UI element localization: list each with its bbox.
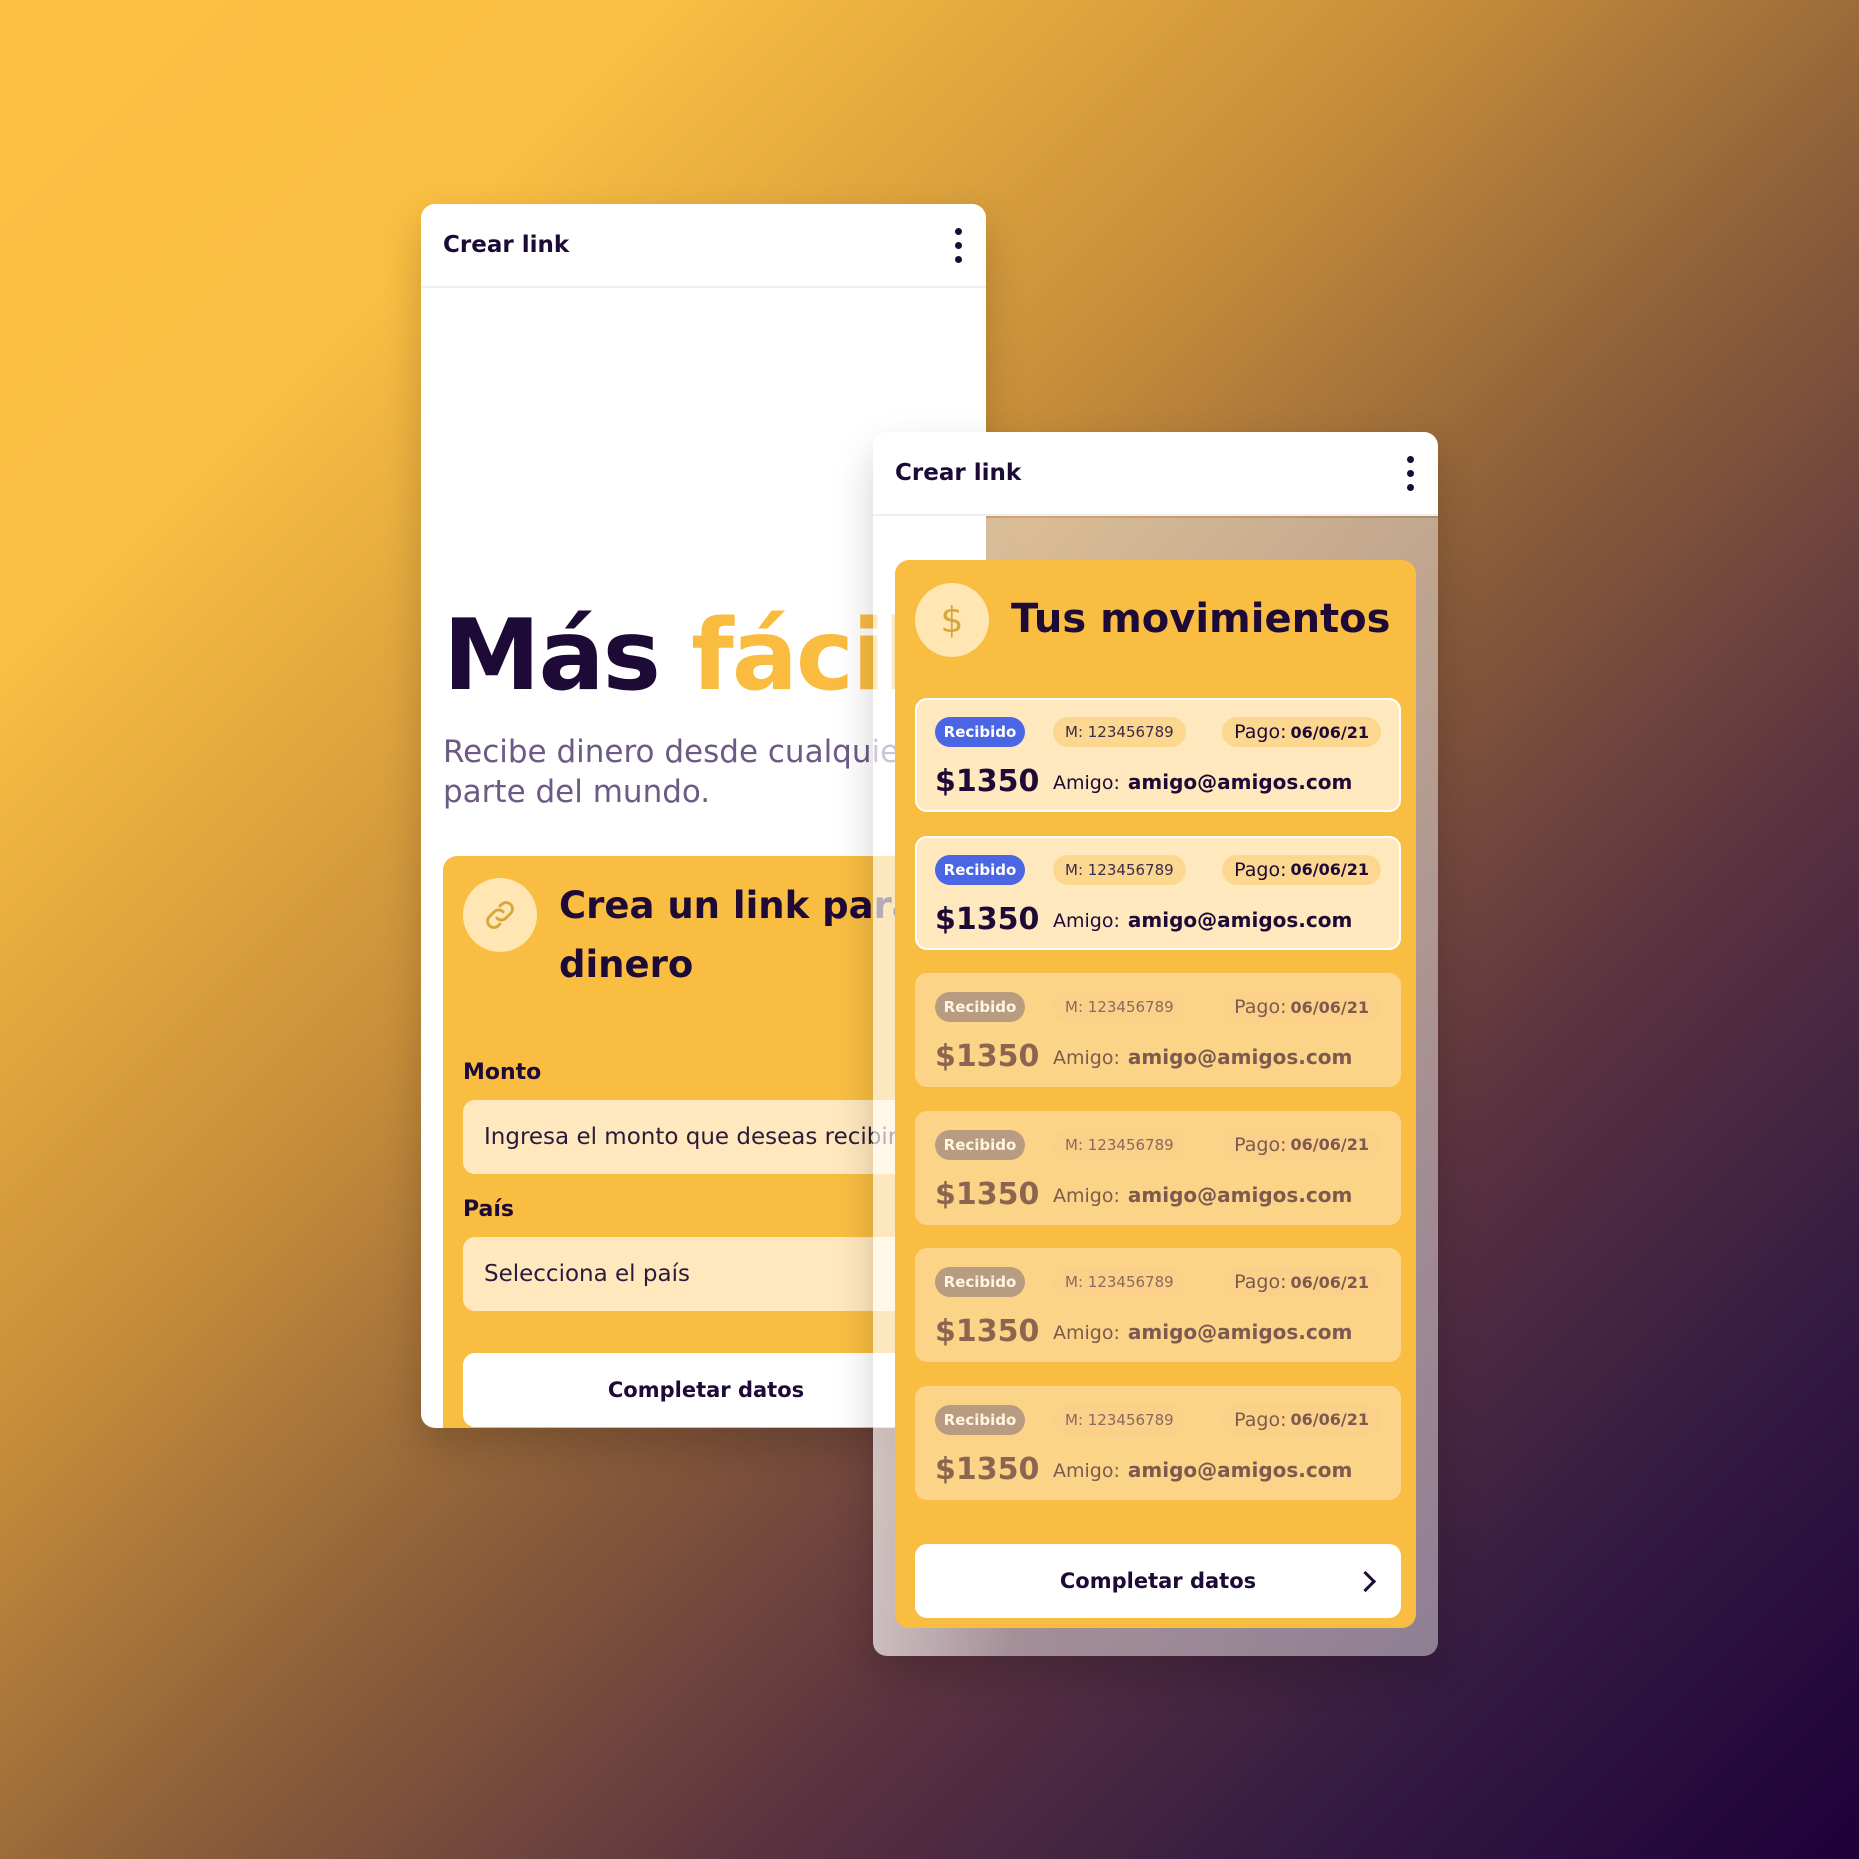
payment-label: Pago: (1234, 996, 1287, 1018)
app-bar-title: Crear link (443, 232, 570, 258)
chevron-right-icon (1354, 1570, 1377, 1593)
pais-label: País (463, 1197, 515, 1222)
movement-ref: M: 123456789 (1053, 1404, 1186, 1435)
monto-label: Monto (463, 1060, 542, 1085)
status-badge: Recibido (935, 1404, 1025, 1435)
movement-item[interactable]: Recibido M: 123456789 Pago: 06/06/21 $1350 Am… (915, 1110, 1401, 1225)
payment-date-value: 06/06/21 (1290, 1135, 1369, 1154)
friend-label: Amigo: (1053, 1184, 1120, 1207)
movement-item[interactable]: Recibido M: 123456789 Pago: 06/06/21 $1350 Am… (915, 698, 1401, 812)
payment-date: Pago: 06/06/21 (1222, 1129, 1381, 1160)
payment-date-value: 06/06/21 (1290, 860, 1369, 879)
friend-email: amigo@amigos.com (1127, 1045, 1353, 1069)
payment-label: Pago: (1234, 858, 1287, 881)
friend-label: Amigo: (1053, 1322, 1120, 1344)
payment-date: Pago: 06/06/21 (1222, 717, 1381, 747)
movement-amount: $1350 (935, 1314, 1040, 1349)
movement-amount: $1350 (935, 901, 1040, 937)
hero-title-part1: Más (443, 599, 661, 713)
complete-data-label: Completar datos (1059, 1569, 1257, 1593)
payment-date-value: 06/06/21 (1290, 722, 1369, 742)
friend-info: Amigo: amigo@amigos.com (1053, 1458, 1352, 1482)
payment-date: Pago: 06/06/21 (1222, 1404, 1381, 1435)
friend-label: Amigo: (1053, 1047, 1120, 1069)
payment-label: Pago: (1234, 721, 1287, 743)
friend-email: amigo@amigos.com (1127, 1457, 1353, 1482)
movement-amount: $1350 (935, 764, 1040, 799)
payment-label: Pago: (1234, 1133, 1287, 1156)
status-badge: Recibido (935, 1267, 1025, 1297)
movement-ref: M: 123456789 (1053, 717, 1186, 747)
friend-email: amigo@amigos.com (1127, 1320, 1353, 1344)
app-bar: Crear link (873, 432, 1438, 516)
payment-date-value: 06/06/21 (1290, 1410, 1369, 1429)
dollar-glyph: $ (940, 599, 964, 641)
movement-ref: M: 123456789 (1053, 1267, 1186, 1297)
movement-amount: $1350 (935, 1039, 1040, 1074)
dollar-icon: $ (915, 583, 989, 657)
status-badge: Recibido (935, 854, 1025, 885)
status-badge: Recibido (935, 992, 1025, 1022)
movement-ref: M: 123456789 (1053, 854, 1186, 885)
friend-info: Amigo: amigo@amigos.com (1053, 1320, 1352, 1344)
friend-info: Amigo: amigo@amigos.com (1053, 770, 1352, 794)
movement-item[interactable]: Recibido M: 123456789 Pago: 06/06/21 $1350 Am… (915, 1248, 1401, 1362)
more-options-icon[interactable] (953, 222, 964, 269)
friend-label: Amigo: (1053, 772, 1120, 794)
payment-label: Pago: (1234, 1271, 1287, 1293)
app-bar-title: Crear link (895, 460, 1022, 486)
movement-ref: M: 123456789 (1053, 992, 1186, 1022)
friend-email: amigo@amigos.com (1127, 1182, 1353, 1207)
payment-date: Pago: 06/06/21 (1222, 992, 1381, 1022)
friend-label: Amigo: (1053, 909, 1120, 932)
payment-date-value: 06/06/21 (1290, 997, 1369, 1017)
status-badge: Recibido (935, 717, 1025, 747)
payment-date: Pago: 06/06/21 (1222, 1267, 1381, 1297)
movement-amount: $1350 (935, 1451, 1040, 1487)
link-icon (463, 878, 537, 952)
payment-label: Pago: (1234, 1408, 1287, 1431)
app-bar: Crear link (421, 204, 986, 288)
movement-item[interactable]: Recibido M: 123456789 Pago: 06/06/21 $1350 Am… (915, 1385, 1401, 1500)
movements-card: $ Tus movimientos Recibido M: 123456789 Pa… (895, 560, 1416, 1628)
movement-ref: M: 123456789 (1053, 1129, 1186, 1160)
more-options-icon[interactable] (1405, 450, 1416, 497)
movement-item[interactable]: Recibido M: 123456789 Pago: 06/06/21 $1350 Am… (915, 973, 1401, 1087)
payment-date: Pago: 06/06/21 (1222, 854, 1381, 885)
friend-info: Amigo: amigo@amigos.com (1053, 1183, 1352, 1207)
friend-info: Amigo: amigo@amigos.com (1053, 908, 1352, 932)
payment-date-value: 06/06/21 (1290, 1272, 1369, 1292)
friend-info: Amigo: amigo@amigos.com (1053, 1045, 1352, 1069)
friend-label: Amigo: (1053, 1459, 1120, 1482)
status-badge: Recibido (935, 1129, 1025, 1160)
friend-email: amigo@amigos.com (1127, 770, 1353, 794)
friend-email: amigo@amigos.com (1127, 907, 1353, 932)
movement-item[interactable]: Recibido M: 123456789 Pago: 06/06/21 $1350 Am… (915, 835, 1401, 950)
complete-data-button[interactable]: Completar datos (915, 1544, 1401, 1618)
movements-screen: Crear link $ Tus movimientos Recibido M: … (873, 432, 1438, 1656)
hero-title: Más fácil (443, 599, 917, 713)
card-title: Tus movimientos (1011, 596, 1391, 642)
movement-amount: $1350 (935, 1176, 1040, 1212)
